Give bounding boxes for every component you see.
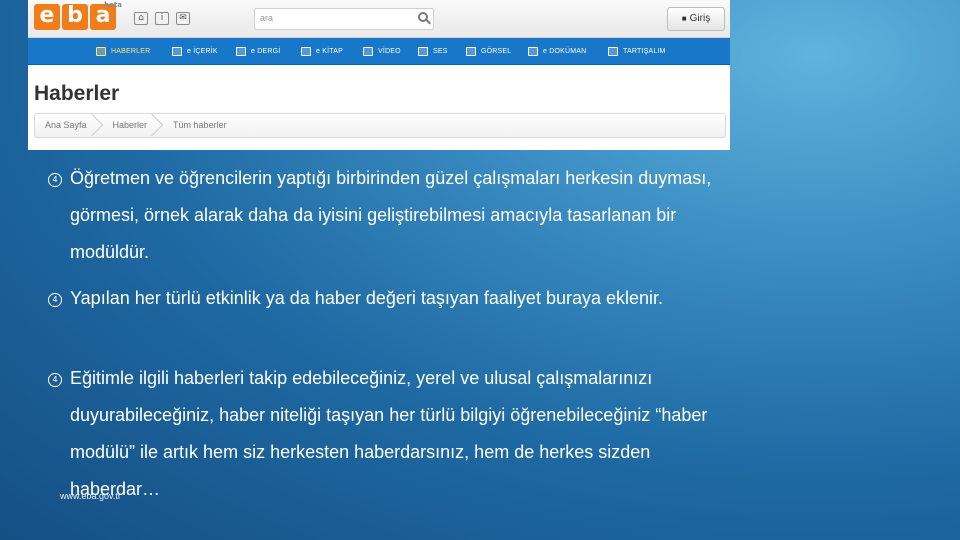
home-icon[interactable]: ⌂ (134, 12, 148, 25)
bullet-text: Öğretmen ve öğrencilerin yaptığı birbiri… (70, 168, 712, 262)
circled-four-icon: 4 (48, 173, 62, 187)
nav-label: VİDEO (378, 48, 401, 55)
news-icon (96, 47, 106, 56)
audio-icon (418, 47, 428, 56)
page-title: Haberler (34, 82, 120, 105)
bullet-item: 4 Eğitimle ilgili haberleri takip edebil… (46, 360, 726, 508)
top-bar: e b a beta ⌂ i ✉ ara ■ Giriş (28, 0, 730, 38)
image-icon (466, 47, 476, 56)
beta-badge: beta (104, 1, 122, 9)
bullet-item: 4 Öğretmen ve öğrencilerin yaptığı birbi… (46, 160, 726, 271)
nav-label: e DOKÜMAN (543, 48, 587, 55)
nav-item-video[interactable]: VİDEO (363, 38, 401, 65)
nav-item-gorsel[interactable]: GÖRSEL (466, 38, 511, 65)
search-icon[interactable] (418, 12, 428, 22)
circled-four-icon: 4 (48, 373, 62, 387)
video-icon (363, 47, 373, 56)
nav-label: HABERLER (111, 48, 151, 55)
breadcrumb-haberler[interactable]: Haberler (103, 114, 156, 137)
nav-label: e DERGİ (251, 48, 281, 55)
nav-item-e-kitap[interactable]: e KİTAP (301, 38, 343, 65)
nav-item-tartisalim[interactable]: TARTIŞALIM (608, 38, 666, 65)
book-icon (301, 47, 311, 56)
breadcrumb: Ana Sayfa Haberler Tüm haberler (34, 113, 726, 138)
bullet-item: 4 Yapılan her türlü etkinlik ya da haber… (46, 280, 726, 317)
breadcrumb-current: Tüm haberler (173, 120, 227, 130)
eba-logo[interactable]: e b a beta (34, 1, 122, 32)
nav-label: SES (433, 48, 448, 55)
footer-url: www.eba.gov.tr (60, 491, 121, 501)
main-nav: HABERLER e İÇERİK e DERGİ e KİTAP VİDEO … (28, 38, 730, 65)
nav-label: e KİTAP (316, 48, 343, 55)
search-input[interactable]: ara (254, 8, 434, 30)
nav-label: e İÇERİK (187, 48, 218, 55)
nav-item-ses[interactable]: SES (418, 38, 448, 65)
content-icon (172, 47, 182, 56)
nav-label: GÖRSEL (481, 48, 512, 55)
nav-item-e-dergi[interactable]: e DERGİ (236, 38, 280, 65)
login-button[interactable]: ■ Giriş (667, 7, 725, 31)
info-icon[interactable]: i (155, 12, 169, 25)
magazine-icon (236, 47, 246, 56)
nav-item-e-icerik[interactable]: e İÇERİK (172, 38, 218, 65)
lock-icon: ■ (681, 14, 687, 23)
login-label: Giriş (689, 13, 711, 24)
logo-letter-b: b (62, 4, 88, 30)
eba-screenshot: e b a beta ⌂ i ✉ ara ■ Giriş HABERLER e İ… (28, 0, 730, 150)
top-icons: ⌂ i ✉ (134, 12, 190, 25)
breadcrumb-home[interactable]: Ana Sayfa (35, 114, 95, 137)
search-placeholder: ara (260, 13, 274, 23)
bullet-text: Yapılan her türlü etkinlik ya da haber d… (70, 288, 664, 308)
circled-four-icon: 4 (48, 293, 62, 307)
mail-icon[interactable]: ✉ (176, 12, 190, 25)
nav-item-e-dokuman[interactable]: e DOKÜMAN (528, 38, 586, 65)
bullet-text: Eğitimle ilgili haberleri takip edebilec… (70, 368, 708, 499)
logo-letter-e: e (34, 4, 60, 30)
discussion-icon (608, 47, 618, 56)
document-icon (528, 47, 538, 56)
nav-label: TARTIŞALIM (623, 48, 666, 55)
nav-item-haberler[interactable]: HABERLER (96, 38, 150, 65)
